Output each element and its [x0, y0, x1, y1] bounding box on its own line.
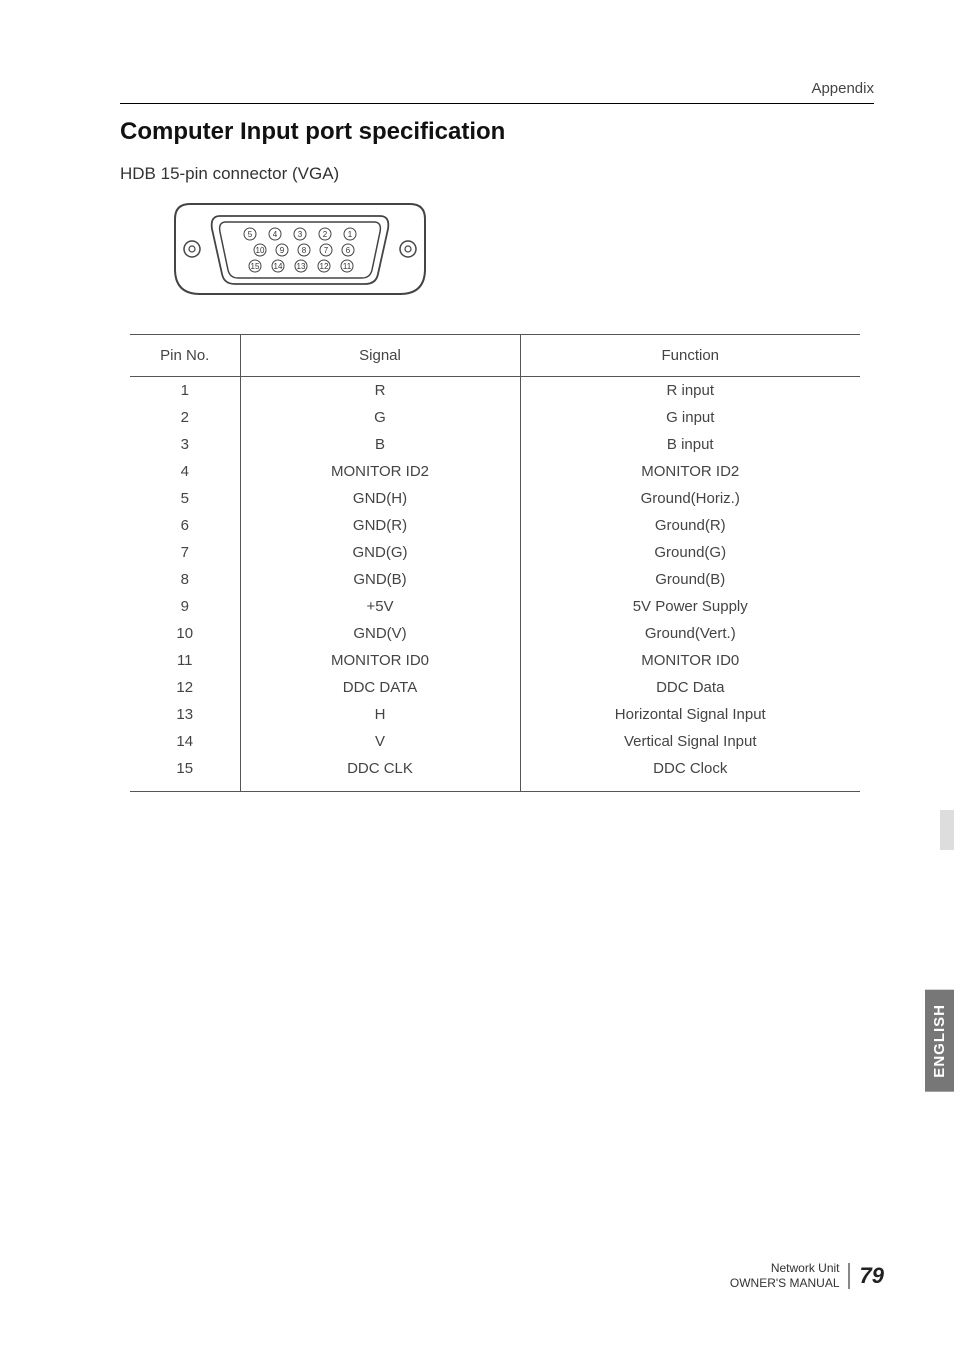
cell-function: Ground(B): [520, 566, 860, 593]
table-row: 3BB input: [130, 431, 860, 458]
cell-signal: GND(V): [240, 620, 520, 647]
cell-function: DDC Clock: [520, 755, 860, 792]
footer-product: Network Unit: [730, 1261, 840, 1277]
page-title: Computer Input port specification: [120, 118, 874, 146]
col-header-pin: Pin No.: [130, 335, 240, 377]
table-row: 15DDC CLKDDC Clock: [130, 755, 860, 792]
cell-signal: GND(R): [240, 512, 520, 539]
table-row: 2GG input: [130, 404, 860, 431]
header-section: Appendix: [120, 80, 874, 104]
table-row: 13HHorizontal Signal Input: [130, 701, 860, 728]
pin-specification-table: Pin No. Signal Function 1RR input2GG inp…: [130, 334, 860, 792]
tab-stub: [940, 810, 954, 850]
cell-function: MONITOR ID0: [520, 647, 860, 674]
cell-pin: 4: [130, 458, 240, 485]
vga-connector-diagram: 5 4 3 2 1 10 9 8 7 6 15 14 13 12 11: [160, 194, 874, 309]
pin-label-12: 12: [320, 262, 329, 271]
cell-function: B input: [520, 431, 860, 458]
page-number: 79: [848, 1263, 884, 1289]
cell-signal: GND(G): [240, 539, 520, 566]
cell-function: Ground(Horiz.): [520, 485, 860, 512]
cell-pin: 14: [130, 728, 240, 755]
table-row: 7GND(G)Ground(G): [130, 539, 860, 566]
cell-signal: GND(B): [240, 566, 520, 593]
connector-subtitle: HDB 15-pin connector (VGA): [120, 164, 874, 184]
cell-pin: 6: [130, 512, 240, 539]
pin-label-7: 7: [324, 246, 329, 255]
cell-function: R input: [520, 377, 860, 405]
cell-pin: 13: [130, 701, 240, 728]
cell-pin: 15: [130, 755, 240, 792]
cell-function: MONITOR ID2: [520, 458, 860, 485]
table-row: 10GND(V)Ground(Vert.): [130, 620, 860, 647]
cell-signal: DDC DATA: [240, 674, 520, 701]
footer: Network Unit OWNER'S MANUAL 79: [730, 1261, 884, 1292]
table-row: 6GND(R)Ground(R): [130, 512, 860, 539]
table-row: 8GND(B)Ground(B): [130, 566, 860, 593]
cell-signal: R: [240, 377, 520, 405]
cell-function: Ground(G): [520, 539, 860, 566]
cell-signal: +5V: [240, 593, 520, 620]
pin-label-9: 9: [280, 246, 285, 255]
cell-function: Ground(R): [520, 512, 860, 539]
table-row: 5GND(H)Ground(Horiz.): [130, 485, 860, 512]
pin-label-1: 1: [348, 230, 353, 239]
cell-function: G input: [520, 404, 860, 431]
cell-function: Vertical Signal Input: [520, 728, 860, 755]
cell-signal: MONITOR ID2: [240, 458, 520, 485]
pin-label-8: 8: [302, 246, 307, 255]
cell-signal: H: [240, 701, 520, 728]
cell-pin: 12: [130, 674, 240, 701]
table-row: 9+5V5V Power Supply: [130, 593, 860, 620]
table-row: 4MONITOR ID2MONITOR ID2: [130, 458, 860, 485]
pin-label-13: 13: [297, 262, 306, 271]
cell-pin: 10: [130, 620, 240, 647]
pin-label-10: 10: [256, 246, 265, 255]
cell-pin: 11: [130, 647, 240, 674]
cell-signal: GND(H): [240, 485, 520, 512]
table-row: 14VVertical Signal Input: [130, 728, 860, 755]
cell-pin: 7: [130, 539, 240, 566]
footer-doc-title: OWNER'S MANUAL: [730, 1276, 840, 1292]
cell-function: 5V Power Supply: [520, 593, 860, 620]
language-tab: ENGLISH: [925, 990, 954, 1092]
cell-function: Ground(Vert.): [520, 620, 860, 647]
table-header-row: Pin No. Signal Function: [130, 335, 860, 377]
pin-label-3: 3: [298, 230, 303, 239]
cell-pin: 1: [130, 377, 240, 405]
col-header-signal: Signal: [240, 335, 520, 377]
section-label: Appendix: [811, 80, 874, 97]
pin-label-14: 14: [274, 262, 283, 271]
cell-signal: B: [240, 431, 520, 458]
cell-pin: 8: [130, 566, 240, 593]
table-row: 12DDC DATADDC Data: [130, 674, 860, 701]
cell-signal: V: [240, 728, 520, 755]
table-row: 1RR input: [130, 377, 860, 405]
cell-signal: DDC CLK: [240, 755, 520, 792]
pin-label-4: 4: [273, 230, 278, 239]
cell-pin: 2: [130, 404, 240, 431]
cell-function: Horizontal Signal Input: [520, 701, 860, 728]
cell-signal: MONITOR ID0: [240, 647, 520, 674]
cell-pin: 3: [130, 431, 240, 458]
cell-pin: 9: [130, 593, 240, 620]
pin-label-15: 15: [251, 262, 260, 271]
cell-function: DDC Data: [520, 674, 860, 701]
cell-pin: 5: [130, 485, 240, 512]
pin-label-11: 11: [343, 262, 352, 271]
pin-label-2: 2: [323, 230, 328, 239]
col-header-function: Function: [520, 335, 860, 377]
table-row: 11MONITOR ID0MONITOR ID0: [130, 647, 860, 674]
cell-signal: G: [240, 404, 520, 431]
pin-label-5: 5: [248, 230, 253, 239]
pin-label-6: 6: [346, 246, 351, 255]
